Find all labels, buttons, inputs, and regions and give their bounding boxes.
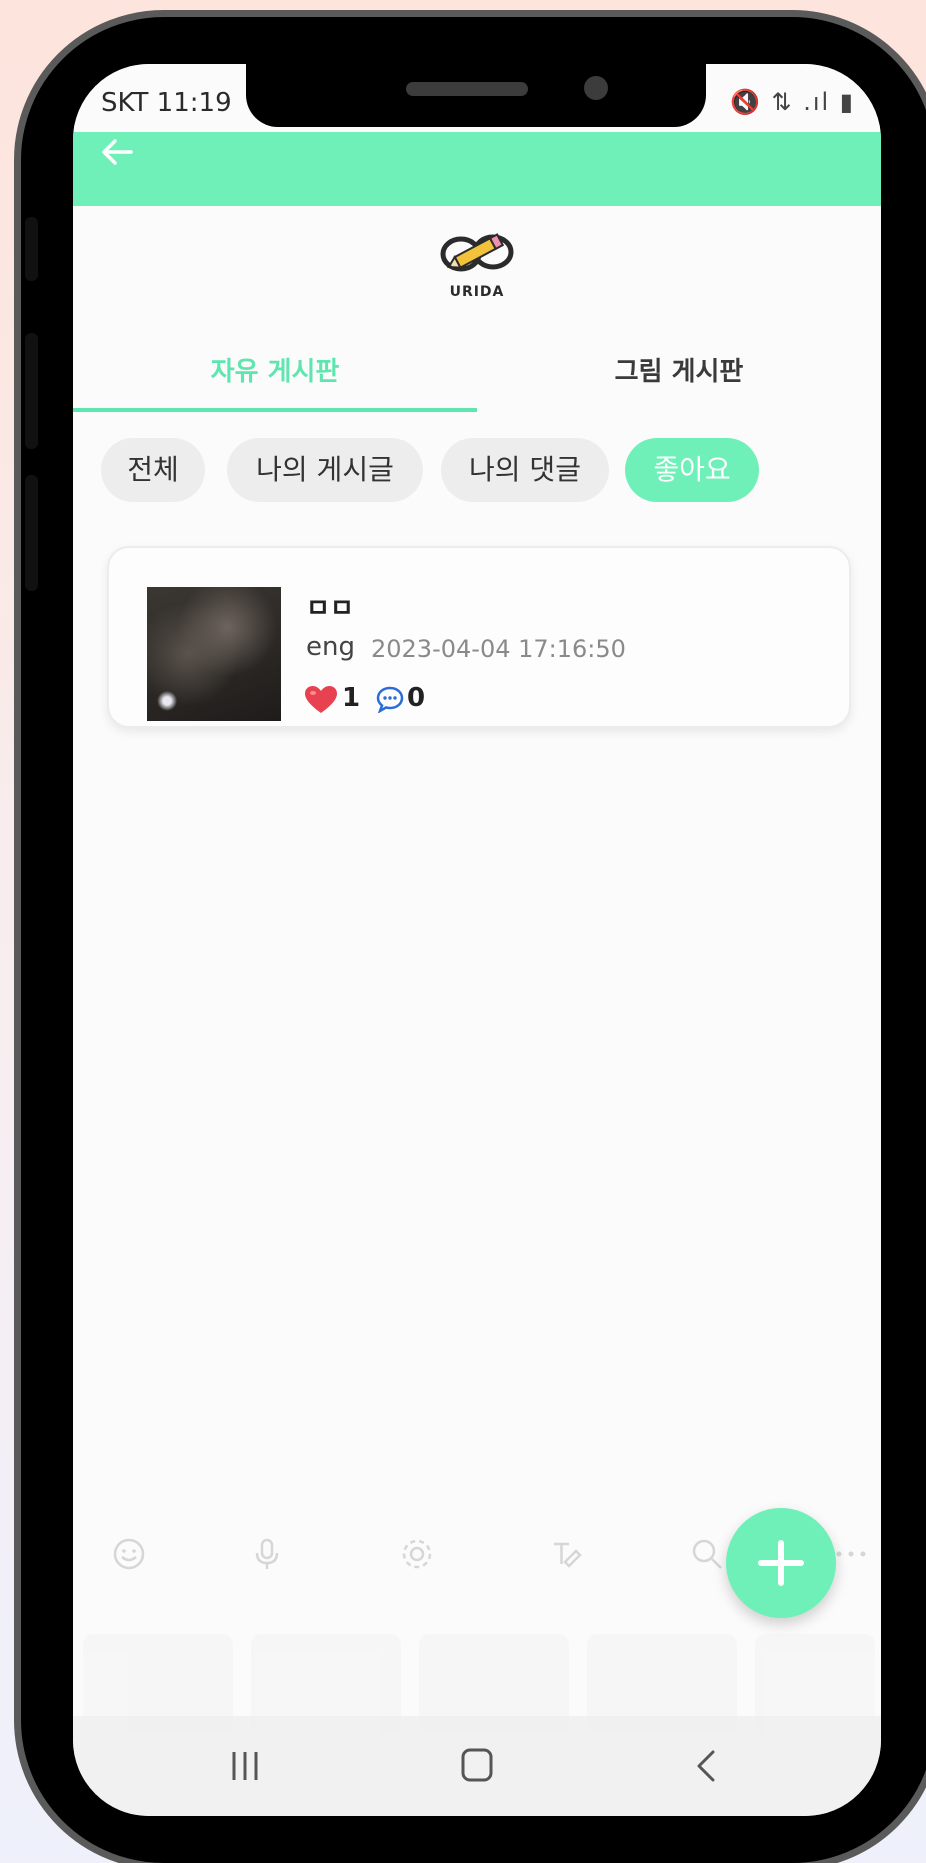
settings-icon	[402, 1539, 432, 1569]
back-button[interactable]	[95, 130, 143, 174]
recents-icon[interactable]	[215, 1738, 275, 1794]
comment-count: 0	[407, 683, 426, 713]
status-icons: 🔇 ⇅ .ıl ▮	[729, 88, 855, 116]
volume-down-button	[25, 475, 38, 591]
board-tabs: 자유 게시판 그림 게시판	[73, 330, 881, 420]
filter-chip-likes[interactable]: 좋아요	[625, 438, 759, 502]
side-button-top	[25, 217, 38, 281]
app-header	[73, 132, 881, 206]
like-count: 1	[342, 683, 361, 713]
tab-drawing-board[interactable]: 그림 게시판	[477, 330, 881, 414]
heart-icon	[305, 686, 337, 713]
post-thumbnail	[147, 587, 281, 721]
post-date: 2023-04-04 17:16:50	[371, 635, 626, 663]
filter-chip-my-comments[interactable]: 나의 댓글	[441, 438, 609, 502]
comment-icon	[376, 686, 404, 713]
tab-indicator	[73, 408, 477, 412]
mic-icon	[255, 1538, 279, 1569]
handwriting-icon	[554, 1542, 582, 1568]
tab-free-board[interactable]: 자유 게시판	[73, 330, 477, 414]
status-time: SKT 11:19	[101, 88, 232, 118]
more-icon	[836, 1551, 866, 1557]
phone-screen: SKT 11:19 🔇 ⇅ .ıl ▮ URIDA 자유 게시판 그림 게시판 …	[73, 64, 881, 1816]
pencil-loop-logo-icon	[440, 233, 514, 272]
emoji-icon	[113, 1538, 145, 1570]
post-card[interactable]: ㅁㅁ eng 2023-04-04 17:16:50 1 0	[107, 546, 851, 728]
home-icon[interactable]	[447, 1738, 507, 1794]
speaker-grille	[406, 82, 528, 96]
filter-chip-my-posts[interactable]: 나의 게시글	[227, 438, 423, 502]
system-nav-bar	[73, 1716, 881, 1816]
camera-notch	[246, 64, 706, 127]
logo-text: URIDA	[449, 284, 505, 300]
front-camera	[584, 76, 608, 100]
search-icon	[692, 1539, 722, 1569]
app-logo: URIDA	[437, 222, 517, 310]
volume-up-button	[25, 333, 38, 449]
add-post-button[interactable]	[726, 1508, 836, 1618]
plus-icon	[758, 1540, 804, 1586]
arrow-left-icon	[102, 139, 133, 165]
post-title: ㅁㅁ	[306, 594, 354, 624]
post-author: eng	[306, 632, 355, 662]
filter-chip-all[interactable]: 전체	[101, 438, 205, 502]
back-icon[interactable]	[677, 1738, 737, 1794]
